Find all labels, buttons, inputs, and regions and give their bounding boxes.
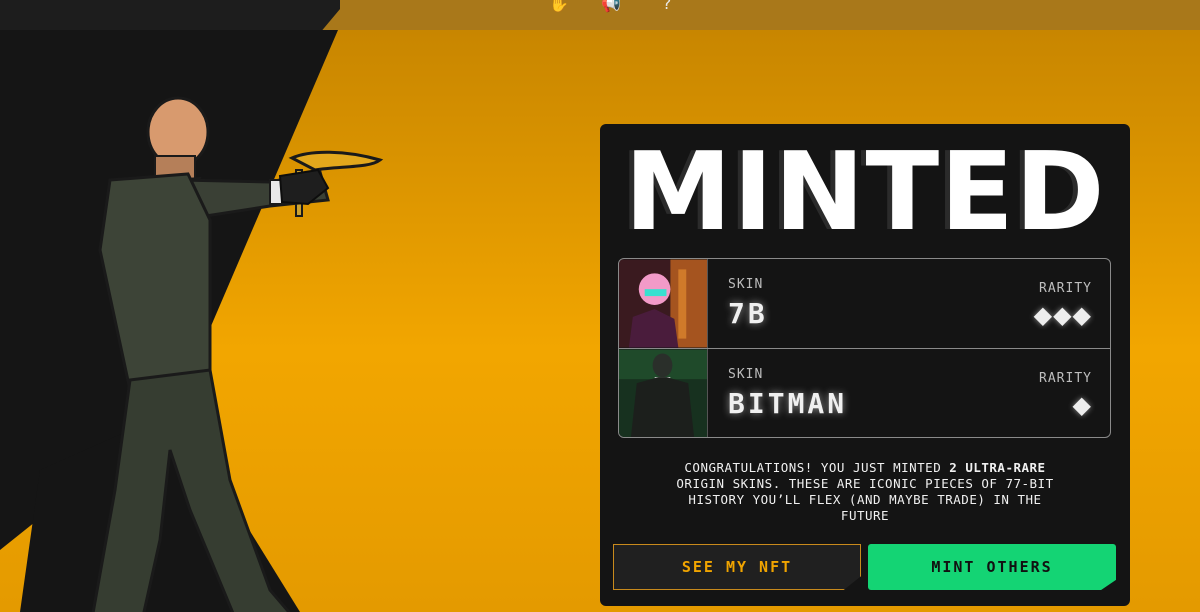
skin-label: SKIN — [728, 277, 764, 292]
hero-stage: MINTED SKIN 7B RARITY ◆◆◆ SKIN BITMAN RA… — [0, 30, 1200, 612]
skin-row: SKIN 7B RARITY ◆◆◆ — [619, 259, 1110, 348]
skin-meta: SKIN 7B RARITY ◆◆◆ — [708, 259, 1110, 348]
see-my-nft-button[interactable]: SEE MY NFT — [613, 544, 861, 590]
modal-title: MINTED — [624, 130, 1106, 255]
agent-character-illustration — [91, 96, 384, 612]
skin-label: SKIN — [728, 367, 764, 382]
rarity-diamonds-icon: ◆◆◆ — [1033, 301, 1092, 329]
skin-row: SKIN BITMAN RARITY ◆ — [619, 348, 1110, 437]
message-text: ORIGIN SKINS. THESE ARE ICONIC PIECES OF… — [676, 476, 1054, 523]
rarity-diamonds-icon: ◆ — [1072, 391, 1092, 419]
skin-thumbnail-7b — [619, 259, 708, 348]
skin-name: 7B — [728, 297, 768, 330]
help-icon[interactable]: ? — [656, 0, 678, 14]
skin-meta: SKIN BITMAN RARITY ◆ — [708, 349, 1110, 437]
congratulations-message: CONGRATULATIONS! YOU JUST MINTED 2 ULTRA… — [670, 460, 1060, 524]
skin-list: SKIN 7B RARITY ◆◆◆ SKIN BITMAN RARITY ◆ — [618, 258, 1111, 438]
minted-modal: MINTED SKIN 7B RARITY ◆◆◆ SKIN BITMAN RA… — [600, 124, 1130, 606]
mint-others-button[interactable]: MINT OTHERS — [868, 544, 1116, 590]
skin-thumbnail-bitman — [619, 349, 708, 437]
message-text: CONGRATULATIONS! YOU JUST MINTED — [684, 460, 950, 475]
rarity-label: RARITY — [1039, 371, 1092, 386]
hand-icon[interactable]: ✋ — [548, 0, 570, 14]
message-highlight: 2 ULTRA-RARE — [949, 460, 1046, 475]
megaphone-icon[interactable]: 📢 — [600, 0, 622, 14]
rarity-label: RARITY — [1039, 281, 1092, 296]
top-bar: ✋ 📢 ? — [0, 0, 1200, 30]
skin-name: BITMAN — [728, 387, 848, 420]
